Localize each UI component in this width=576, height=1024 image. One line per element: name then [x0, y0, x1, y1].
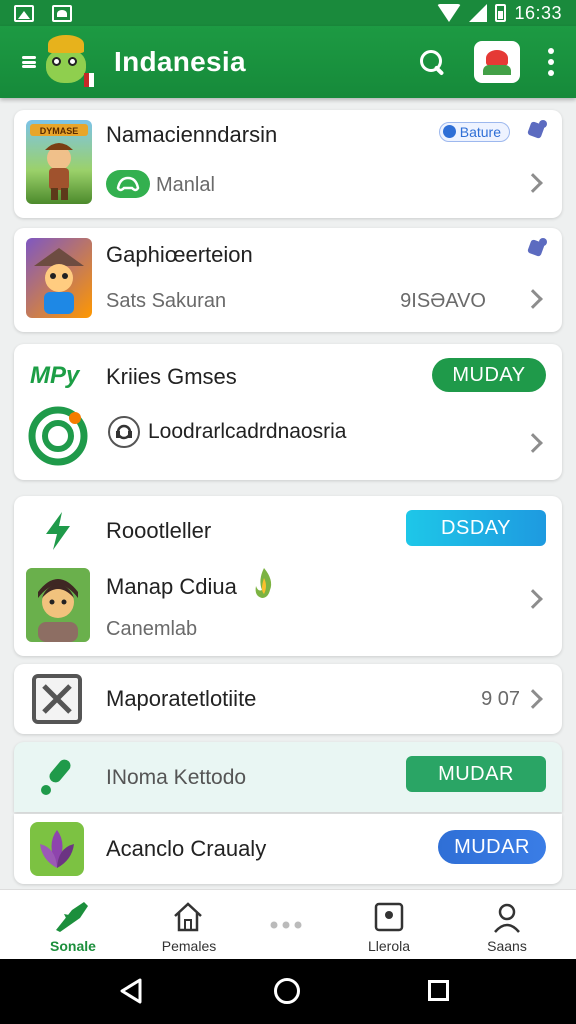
plant-icon [30, 822, 84, 876]
list-card-5[interactable]: Maporatetlotiite 9 07 [14, 664, 562, 734]
flame-icon [250, 566, 278, 600]
muday-button[interactable]: MUDAY [432, 358, 546, 392]
status-time: 16:33 [514, 2, 562, 23]
controller-icon [106, 170, 150, 198]
app-notification-icon [52, 4, 72, 22]
home-icon [172, 902, 204, 932]
profile-icon [492, 902, 522, 934]
card-title: Acanclo Craualy [106, 836, 267, 861]
mudar-button[interactable]: MUDAR [438, 830, 546, 864]
nav-item-saans[interactable]: Saans [452, 890, 562, 960]
list-card-1[interactable]: DYMASE Namacienndarsin Bature Manlal [14, 110, 562, 218]
card-value: 9ISƏAVO [400, 290, 486, 312]
card-title: Roootleller [106, 518, 212, 543]
badge-label: Bature [459, 124, 501, 140]
close-box-icon [32, 674, 82, 724]
target-logo-icon [28, 406, 88, 466]
menu-icon[interactable] [22, 56, 36, 68]
system-navigation-bar [0, 959, 576, 1024]
chevron-right-icon[interactable] [523, 289, 543, 309]
card-title: Namacienndarsin [106, 122, 278, 147]
wifi-icon [437, 4, 462, 22]
card-subtitle: Loodrarlcadrdnaosria [148, 420, 347, 443]
puzzle-icon [526, 120, 548, 142]
image-notification-icon [14, 4, 34, 22]
support-icon [108, 416, 140, 448]
more-dots-icon [270, 916, 302, 929]
dsday-button[interactable]: DSDAY [406, 510, 546, 546]
thumbnail-logo-text: DYMASE [40, 126, 79, 136]
app-title: Indanesia [114, 46, 246, 77]
list-card-7[interactable]: Acanclo Craualy MUDAR [14, 814, 562, 884]
card-title: INoma Kettodo [106, 766, 247, 789]
app-logo [38, 33, 94, 91]
list-card-2[interactable]: Gaphiœerteion Sats Sakuran 9ISƏAVO [14, 228, 562, 332]
list-card-4[interactable]: Roootleller DSDAY Manap Cdiua Canemlab [14, 496, 562, 656]
mudar-button[interactable]: MUDAR [406, 756, 546, 792]
nav-item-home[interactable]: Sonale [18, 890, 128, 960]
card-subtitle: Sats Sakuran [106, 290, 227, 312]
chevron-right-icon[interactable] [523, 173, 543, 193]
chevron-right-icon[interactable] [523, 589, 543, 609]
badge-icon [442, 125, 456, 138]
card-subtitle: Manlal [156, 174, 215, 196]
card-subtitle: Canemlab [106, 618, 198, 640]
card-title: Gaphiœerteion [106, 242, 253, 267]
lightning-icon [40, 512, 76, 550]
card-value: 9 07 [481, 688, 520, 710]
brand-logo-text: MPy [30, 362, 80, 389]
puzzle-icon [526, 238, 548, 260]
nav-label: Pemales [161, 938, 217, 954]
bottom-navigation: Sonale Pemales Llerola Saans [0, 889, 576, 959]
nav-item-llerola[interactable]: Llerola [334, 890, 444, 960]
home-circle-icon[interactable] [274, 978, 300, 1004]
card-subtitle-title: Manap Cdiua [106, 574, 237, 599]
card-title: Maporatetlotiite [106, 686, 257, 711]
card-title: Kriies Gmses [106, 364, 237, 389]
profile-avatar-button[interactable] [474, 41, 520, 83]
plane-icon [54, 900, 90, 934]
gallery-icon [374, 902, 404, 932]
avatar-thumbnail [26, 568, 90, 642]
back-icon[interactable] [118, 977, 144, 1005]
game-thumbnail: DYMASE [26, 120, 92, 204]
more-options-icon[interactable] [548, 48, 554, 76]
status-bar: 16:33 [0, 0, 576, 26]
chevron-right-icon[interactable] [523, 689, 543, 709]
nav-item-more[interactable] [232, 890, 342, 960]
list-card-6[interactable]: INoma Kettodo MUDAR [14, 742, 562, 812]
list-card-3[interactable]: MPy Kriies Gmses MUDAY Loodrarlcadrdnaos… [14, 344, 562, 480]
nav-label: Llerola [367, 938, 411, 954]
nav-label: Sonale [50, 938, 96, 954]
brush-icon [36, 756, 80, 798]
nav-label: Saans [487, 938, 527, 954]
chevron-right-icon[interactable] [523, 433, 543, 453]
recents-icon[interactable] [428, 980, 449, 1001]
game-thumbnail [26, 238, 92, 318]
battery-icon [495, 4, 507, 22]
signal-icon [469, 4, 488, 22]
nav-item-pemales[interactable]: Pemales [134, 890, 244, 960]
status-badge: Bature [438, 122, 510, 142]
search-icon[interactable] [418, 48, 446, 76]
app-bar: Indanesia [0, 26, 576, 98]
